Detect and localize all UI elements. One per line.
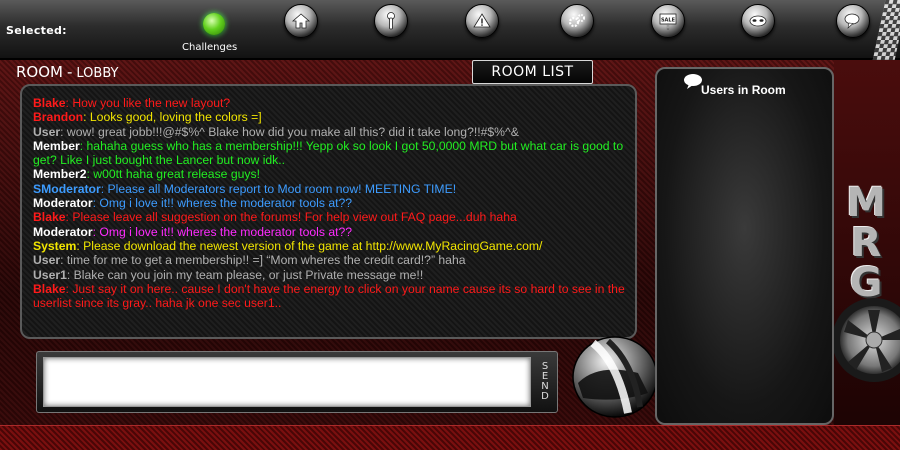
room-name: LOBBY: [76, 66, 119, 81]
chat-message-text: hahaha guess who has a membership!!! Yep…: [33, 138, 624, 168]
alerts-button[interactable]: [465, 4, 499, 38]
chat-message: Moderator: Omg i love it!! wheres the mo…: [33, 196, 625, 210]
chat-message: Member2: w00tt haha great release guys!: [33, 167, 625, 181]
chat-message-separator: :: [66, 267, 74, 282]
chat-message-text: Omg i love it!! wheres the moderator too…: [99, 196, 353, 211]
chat-message-separator: :: [79, 138, 87, 153]
send-button-letter: D: [541, 391, 549, 402]
settings-button[interactable]: [560, 4, 594, 38]
chat-message: Blake: How you like the new layout?: [33, 96, 625, 110]
speech-bubble-icon: [684, 74, 702, 89]
brand-side-decoration: M R G: [834, 60, 900, 450]
sale-sign-icon: SALE: [659, 13, 677, 30]
send-button[interactable]: SEND: [535, 357, 555, 407]
chat-message-separator: :: [100, 181, 108, 196]
chat-button[interactable]: [836, 4, 870, 38]
chat-message-separator: :: [83, 110, 90, 125]
chat-message-user[interactable]: Blake: [33, 96, 66, 110]
home-button[interactable]: [284, 4, 318, 38]
chat-message-user[interactable]: Blake: [33, 282, 66, 296]
chat-message: SModerator: Please all Moderators report…: [33, 182, 625, 196]
chat-message-text: time for me to get a membership!! =] “Mo…: [66, 253, 466, 268]
challenges-status-indicator[interactable]: [203, 13, 225, 35]
chat-message-user[interactable]: Moderator: [33, 196, 93, 210]
room-label: ROOM: [16, 63, 63, 81]
wrench-icon: [387, 12, 395, 30]
users-panel[interactable]: Users in Room: [655, 67, 834, 425]
chat-message: Blake: Please leave all suggestion on th…: [33, 210, 625, 224]
chat-message: System: Please download the newest versi…: [33, 239, 625, 253]
chat-message-user[interactable]: Member: [33, 139, 80, 153]
chat-message-text: Blake can you join my team please, or ju…: [73, 267, 424, 282]
chat-input-area: SEND: [36, 351, 558, 413]
gears-icon: [568, 14, 585, 28]
helmet-decoration: [572, 336, 658, 418]
chat-message-user[interactable]: Brandon: [33, 110, 83, 124]
chat-message: User: wow! great jobb!!!@#$%^ Blake how …: [33, 125, 625, 139]
chat-message-user[interactable]: Blake: [33, 210, 66, 224]
room-list-button[interactable]: ROOM LIST: [472, 60, 593, 84]
chat-message-input[interactable]: [43, 357, 531, 407]
mask-icon: [749, 15, 767, 27]
chat-message-text: Please leave all suggestion on the forum…: [72, 210, 517, 225]
chat-message-text: Looks good, loving the colors =]: [89, 110, 262, 125]
warning-icon: [473, 13, 491, 28]
shop-button[interactable]: SALE: [651, 4, 685, 38]
chat-message: Member: hahaha guess who has a membershi…: [33, 139, 625, 168]
room-title: ROOM - LOBBY: [16, 63, 119, 81]
home-icon: [291, 13, 311, 29]
chat-message: Moderator: Omg i love it!! wheres the mo…: [33, 225, 625, 239]
room-title-separator: -: [66, 63, 73, 81]
chat-message-user[interactable]: SModerator: [33, 182, 101, 196]
chat-message-text: Omg i love it!! wheres the moderator too…: [99, 224, 353, 239]
users-panel-title: Users in Room: [701, 83, 786, 97]
profile-button[interactable]: [741, 4, 775, 38]
chat-message-text: How you like the new layout?: [72, 96, 231, 110]
chat-message-user[interactable]: System: [33, 239, 76, 253]
selected-label: Selected:: [6, 24, 67, 37]
chat-message-user[interactable]: User: [33, 125, 60, 139]
chat-message-separator: :: [60, 124, 67, 139]
chat-message: User: time for me to get a membership!! …: [33, 253, 625, 267]
bottom-strip: [0, 425, 900, 450]
chat-message-separator: :: [60, 253, 67, 268]
svg-text:SALE: SALE: [661, 18, 676, 24]
garage-button[interactable]: [374, 4, 408, 38]
chat-message: User1: Blake can you join my team please…: [33, 268, 625, 282]
chat-message: Blake: Just say it on here.. cause I don…: [33, 282, 625, 311]
chat-message-text: wow! great jobb!!!@#$%^ Blake how did yo…: [66, 124, 519, 139]
chat-message-user[interactable]: User1: [33, 268, 67, 282]
chat-message-text: Please all Moderators report to Mod room…: [107, 181, 457, 196]
challenges-label: Challenges: [182, 42, 238, 53]
chat-message-user[interactable]: Member2: [33, 167, 87, 181]
chat-message-text: Just say it on here.. cause I don't have…: [33, 281, 625, 311]
chat-message-user[interactable]: User: [33, 253, 60, 267]
chat-log[interactable]: Blake: How you like the new layout? Brand…: [20, 84, 637, 339]
chat-message-user[interactable]: Moderator: [33, 225, 93, 239]
top-toolbar: Selected: Challenges SALE: [0, 0, 900, 70]
wheel-rim-decoration: [834, 298, 900, 382]
chat-message: Brandon: Looks good, loving the colors =…: [33, 110, 625, 124]
chat-bubbles-icon: [844, 13, 860, 29]
chat-message-text: w00tt haha great release guys!: [93, 167, 260, 182]
chat-message-text: Please download the newest version of th…: [83, 238, 543, 253]
